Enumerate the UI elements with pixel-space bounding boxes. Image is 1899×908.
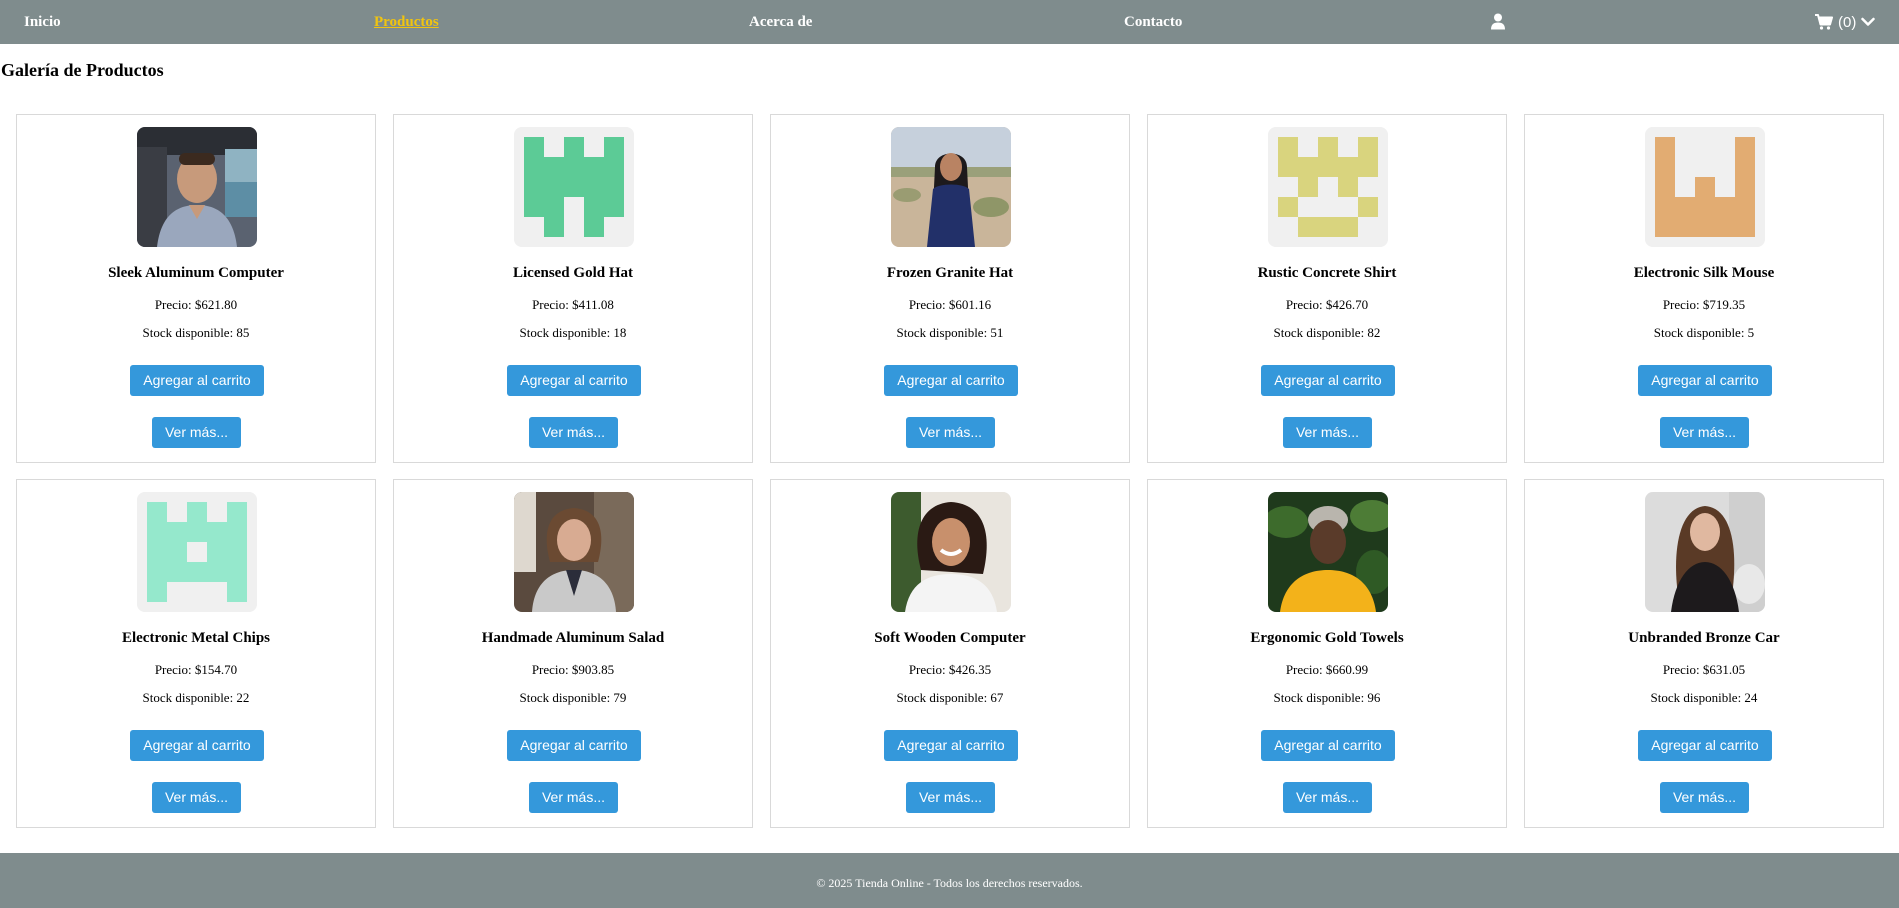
product-card: Unbranded Bronze Car Precio: $631.05 Sto…	[1524, 479, 1884, 828]
product-stock: Stock disponible: 5	[1653, 325, 1755, 340]
add-to-cart-button[interactable]: Agregar al carrito	[1638, 730, 1772, 761]
product-price: Precio: $426.70	[1285, 297, 1369, 312]
shopping-cart-icon	[1815, 14, 1833, 30]
product-name: Handmade Aluminum Salad	[481, 630, 665, 646]
add-to-cart-button[interactable]: Agregar al carrito	[507, 730, 641, 761]
product-name: Soft Wooden Computer	[874, 630, 1026, 646]
product-stock: Stock disponible: 67	[896, 690, 1004, 705]
see-more-button[interactable]: Ver más...	[1660, 417, 1749, 448]
nav-link-inicio[interactable]: Inicio	[24, 0, 61, 44]
see-more-button[interactable]: Ver más...	[1283, 782, 1372, 813]
see-more-button[interactable]: Ver más...	[906, 417, 995, 448]
top-navbar: Inicio Productos Acerca de Contacto (0)	[0, 0, 1899, 44]
product-name: Sleek Aluminum Computer	[108, 265, 284, 281]
add-to-cart-button[interactable]: Agregar al carrito	[884, 730, 1018, 761]
product-card: Sleek Aluminum Computer Precio: $621.80 …	[16, 114, 376, 463]
user-icon[interactable]	[1490, 13, 1506, 30]
product-name: Electronic Silk Mouse	[1633, 265, 1775, 281]
add-to-cart-button[interactable]: Agregar al carrito	[507, 365, 641, 396]
product-image	[1645, 492, 1765, 612]
add-to-cart-button[interactable]: Agregar al carrito	[130, 365, 264, 396]
product-image	[1645, 127, 1765, 247]
product-name: Ergonomic Gold Towels	[1250, 630, 1404, 646]
product-name: Frozen Granite Hat	[886, 265, 1014, 281]
product-stock: Stock disponible: 79	[519, 690, 627, 705]
chevron-down-icon[interactable]	[1861, 17, 1876, 27]
product-grid: Sleek Aluminum Computer Precio: $621.80 …	[16, 114, 1884, 828]
product-price: Precio: $719.35	[1662, 297, 1746, 312]
product-stock: Stock disponible: 18	[519, 325, 627, 340]
product-card: Electronic Metal Chips Precio: $154.70 S…	[16, 479, 376, 828]
product-price: Precio: $411.08	[532, 297, 614, 312]
product-card: Licensed Gold Hat Precio: $411.08 Stock …	[393, 114, 753, 463]
product-card: Handmade Aluminum Salad Precio: $903.85 …	[393, 479, 753, 828]
product-stock: Stock disponible: 51	[896, 325, 1004, 340]
see-more-button[interactable]: Ver más...	[906, 782, 995, 813]
product-stock: Stock disponible: 22	[142, 690, 250, 705]
product-image	[137, 492, 257, 612]
see-more-button[interactable]: Ver más...	[152, 417, 241, 448]
product-name: Unbranded Bronze Car	[1628, 630, 1780, 646]
footer-text: © 2025 Tienda Online - Todos los derecho…	[816, 875, 1083, 890]
product-card: Rustic Concrete Shirt Precio: $426.70 St…	[1147, 114, 1507, 463]
product-price: Precio: $903.85	[531, 662, 615, 677]
product-image	[137, 127, 257, 247]
see-more-button[interactable]: Ver más...	[529, 782, 618, 813]
product-price: Precio: $154.70	[154, 662, 238, 677]
product-price: Precio: $601.16	[908, 297, 992, 312]
product-price: Precio: $631.05	[1662, 662, 1746, 677]
product-stock: Stock disponible: 96	[1273, 690, 1381, 705]
see-more-button[interactable]: Ver más...	[529, 417, 618, 448]
add-to-cart-button[interactable]: Agregar al carrito	[1261, 365, 1395, 396]
add-to-cart-button[interactable]: Agregar al carrito	[1638, 365, 1772, 396]
product-price: Precio: $426.35	[908, 662, 992, 677]
product-stock: Stock disponible: 82	[1273, 325, 1381, 340]
product-image	[891, 127, 1011, 247]
product-card: Electronic Silk Mouse Precio: $719.35 St…	[1524, 114, 1884, 463]
add-to-cart-button[interactable]: Agregar al carrito	[884, 365, 1018, 396]
see-more-button[interactable]: Ver más...	[1283, 417, 1372, 448]
product-image	[891, 492, 1011, 612]
product-card: Frozen Granite Hat Precio: $601.16 Stock…	[770, 114, 1130, 463]
product-image	[514, 127, 634, 247]
page-title: Galería de Productos	[1, 60, 164, 80]
product-name: Licensed Gold Hat	[512, 265, 633, 281]
product-stock: Stock disponible: 85	[142, 325, 250, 340]
nav-link-acerca-de[interactable]: Acerca de	[749, 0, 812, 44]
add-to-cart-button[interactable]: Agregar al carrito	[1261, 730, 1395, 761]
product-name: Electronic Metal Chips	[121, 630, 271, 646]
see-more-button[interactable]: Ver más...	[1660, 782, 1749, 813]
add-to-cart-button[interactable]: Agregar al carrito	[130, 730, 264, 761]
footer: © 2025 Tienda Online - Todos los derecho…	[0, 853, 1899, 908]
product-image	[1268, 492, 1388, 612]
product-stock: Stock disponible: 24	[1650, 690, 1758, 705]
nav-link-productos[interactable]: Productos	[374, 0, 439, 44]
cart-button[interactable]: (0)	[1815, 0, 1876, 44]
cart-count: (0)	[1838, 13, 1857, 31]
product-price: Precio: $621.80	[154, 297, 238, 312]
see-more-button[interactable]: Ver más...	[152, 782, 241, 813]
product-image	[514, 492, 634, 612]
product-price: Precio: $660.99	[1285, 662, 1369, 677]
nav-link-contacto[interactable]: Contacto	[1124, 0, 1182, 44]
product-image	[1268, 127, 1388, 247]
product-card: Soft Wooden Computer Precio: $426.35 Sto…	[770, 479, 1130, 828]
product-card: Ergonomic Gold Towels Precio: $660.99 St…	[1147, 479, 1507, 828]
product-name: Rustic Concrete Shirt	[1257, 265, 1397, 281]
